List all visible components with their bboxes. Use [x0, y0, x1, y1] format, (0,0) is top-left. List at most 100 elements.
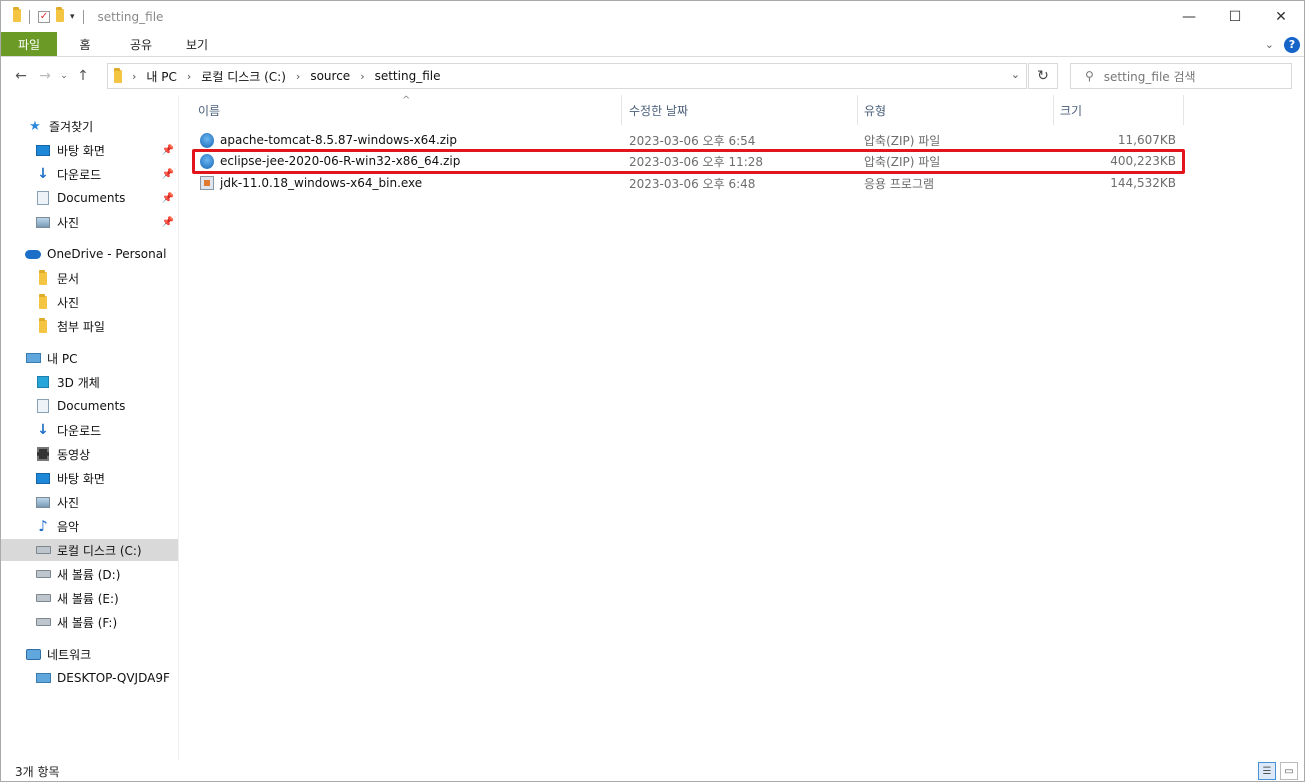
- large-icons-view-icon[interactable]: ▭: [1280, 762, 1298, 780]
- nav-item-onedrive-attachments[interactable]: 첨부 파일: [1, 315, 178, 337]
- refresh-button[interactable]: ↻: [1028, 63, 1058, 89]
- folder-icon: [114, 67, 122, 86]
- breadcrumb-item-this-pc[interactable]: 내 PC: [146, 68, 176, 85]
- chevron-right-icon[interactable]: ›: [187, 70, 191, 83]
- tab-file[interactable]: 파일: [1, 32, 57, 56]
- nav-label: 다운로드: [57, 423, 102, 438]
- nav-label: 즐겨찾기: [49, 119, 94, 134]
- nav-item-pictures[interactable]: 사진 📌: [1, 211, 178, 233]
- nav-item-documents[interactable]: Documents 📌: [1, 187, 178, 209]
- file-date: 2023-03-06 오후 6:54: [629, 133, 756, 148]
- pin-icon[interactable]: 📌: [162, 217, 174, 228]
- file-date: 2023-03-06 오후 11:28: [629, 154, 764, 169]
- properties-icon[interactable]: ✓: [38, 10, 50, 23]
- nav-item-music[interactable]: ♪ 음악: [1, 515, 178, 537]
- desktop-icon: [35, 470, 51, 486]
- nav-item-desktop[interactable]: 바탕 화면 📌: [1, 139, 178, 161]
- folder-icon: [13, 6, 21, 25]
- nav-item-3d-objects[interactable]: 3D 개체: [1, 371, 178, 393]
- details-view-icon[interactable]: ☰: [1258, 762, 1276, 780]
- file-size: 400,223KB: [1110, 154, 1176, 168]
- nav-item-pc-downloads[interactable]: ↓ 다운로드: [1, 419, 178, 441]
- nav-label: 새 볼륨 (E:): [57, 591, 119, 606]
- desktop-icon: [35, 142, 51, 158]
- chevron-right-icon[interactable]: ›: [296, 70, 300, 83]
- minimize-button[interactable]: —: [1166, 1, 1212, 32]
- documents-icon: [35, 398, 51, 414]
- file-type: 응용 프로그램: [864, 176, 935, 191]
- download-arrow-icon: ↓: [37, 166, 49, 182]
- nav-label: 음악: [57, 519, 80, 534]
- file-type: 압축(ZIP) 파일: [864, 154, 941, 169]
- nav-item-pc-desktop[interactable]: 바탕 화면: [1, 467, 178, 489]
- nav-this-pc[interactable]: 내 PC: [1, 347, 178, 369]
- recent-locations-icon[interactable]: ⌄: [57, 64, 71, 88]
- nav-item-pc-pictures[interactable]: 사진: [1, 491, 178, 513]
- expand-ribbon-icon[interactable]: ⌄: [1265, 38, 1274, 51]
- exe-icon: [200, 176, 214, 190]
- breadcrumb: › 내 PC › 로컬 디스크 (C:) › source › setting_…: [114, 67, 440, 86]
- nav-label: OneDrive - Personal: [47, 247, 167, 261]
- nav-item-volume-d[interactable]: 새 볼륨 (D:): [1, 563, 178, 585]
- breadcrumb-item-source[interactable]: source: [310, 69, 350, 83]
- nav-label: 새 볼륨 (F:): [57, 615, 118, 630]
- file-row[interactable]: jdk-11.0.18_windows-x64_bin.exe 2023-03-…: [192, 172, 1184, 194]
- pin-icon[interactable]: 📌: [162, 193, 174, 204]
- nav-onedrive[interactable]: OneDrive - Personal: [1, 243, 178, 265]
- nav-network[interactable]: 네트워크: [1, 643, 178, 665]
- nav-item-local-disk-c[interactable]: 로컬 디스크 (C:): [1, 539, 178, 561]
- nav-item-downloads[interactable]: ↓ 다운로드 📌: [1, 163, 178, 185]
- file-row[interactable]: apache-tomcat-8.5.87-windows-x64.zip 202…: [192, 129, 1184, 151]
- toolbar-divider: [29, 9, 30, 24]
- chevron-right-icon[interactable]: ›: [360, 70, 364, 83]
- tab-home[interactable]: 홈: [57, 32, 113, 56]
- documents-icon: [35, 190, 51, 206]
- ribbon-tabs: 파일 홈 공유 보기 ⌄ ?: [1, 32, 1304, 57]
- column-header-name[interactable]: 이름: [192, 95, 622, 125]
- tab-view[interactable]: 보기: [169, 32, 225, 56]
- nav-item-pc-documents[interactable]: Documents: [1, 395, 178, 417]
- nav-item-onedrive-pictures[interactable]: 사진: [1, 291, 178, 313]
- nav-item-desktop-pc[interactable]: DESKTOP-QVJDA9F: [1, 667, 178, 689]
- nav-label: 내 PC: [47, 351, 78, 366]
- navigation-bar: ← → ⌄ ↑ › 내 PC › 로컬 디스크 (C:) › source › …: [1, 57, 1304, 95]
- maximize-button[interactable]: ☐: [1212, 1, 1258, 32]
- pin-icon[interactable]: 📌: [162, 145, 174, 156]
- explorer-window: ✓ ▾ setting_file — ☐ ✕ 파일 홈 공유 보기 ⌄ ? ← …: [0, 0, 1305, 782]
- download-arrow-icon: ↓: [37, 422, 49, 438]
- pictures-icon: [35, 214, 51, 230]
- nav-label: 사진: [57, 215, 80, 230]
- nav-label: 동영상: [57, 447, 91, 462]
- nav-quick-access[interactable]: ★ 즐겨찾기: [1, 115, 178, 137]
- customize-toolbar-icon[interactable]: ▾: [70, 12, 75, 22]
- pin-icon[interactable]: 📌: [162, 169, 174, 180]
- address-bar[interactable]: › 내 PC › 로컬 디스크 (C:) › source › setting_…: [107, 63, 1027, 89]
- address-dropdown-icon[interactable]: ⌄: [1011, 68, 1020, 81]
- drive-icon: [35, 590, 51, 606]
- nav-item-videos[interactable]: 동영상: [1, 443, 178, 465]
- nav-label: DESKTOP-QVJDA9F: [57, 671, 170, 685]
- forward-arrow-icon[interactable]: →: [33, 64, 57, 88]
- search-input[interactable]: ⚲ setting_file 검색: [1070, 63, 1292, 89]
- up-arrow-icon[interactable]: ↑: [71, 64, 95, 88]
- nav-item-volume-e[interactable]: 새 볼륨 (E:): [1, 587, 178, 609]
- new-folder-icon[interactable]: [56, 6, 64, 25]
- tab-share[interactable]: 공유: [113, 32, 169, 56]
- help-icon[interactable]: ?: [1284, 36, 1300, 53]
- breadcrumb-item-local-disk[interactable]: 로컬 디스크 (C:): [201, 68, 286, 85]
- nav-item-onedrive-docs[interactable]: 문서: [1, 267, 178, 289]
- breadcrumb-item-setting-file[interactable]: setting_file: [375, 69, 441, 83]
- chevron-right-icon[interactable]: ›: [132, 70, 136, 83]
- file-type: 압축(ZIP) 파일: [864, 133, 941, 148]
- ribbon-right-controls: ⌄ ?: [1265, 32, 1300, 57]
- back-arrow-icon[interactable]: ←: [9, 64, 33, 88]
- column-header-type[interactable]: 유형: [858, 95, 1054, 125]
- folder-icon: [35, 317, 51, 334]
- nav-item-volume-f[interactable]: 새 볼륨 (F:): [1, 611, 178, 633]
- column-header-size[interactable]: 크기: [1054, 95, 1184, 125]
- column-header-date[interactable]: 수정한 날짜: [623, 95, 858, 125]
- drive-icon: [35, 614, 51, 630]
- file-row[interactable]: eclipse-jee-2020-06-R-win32-x86_64.zip 2…: [192, 150, 1184, 172]
- nav-label: 사진: [57, 495, 80, 510]
- close-button[interactable]: ✕: [1258, 1, 1304, 32]
